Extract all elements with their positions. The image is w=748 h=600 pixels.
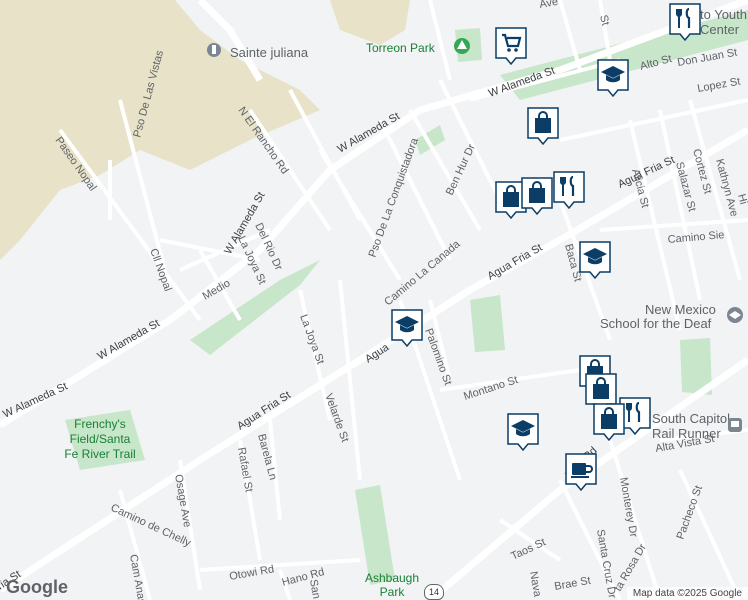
- street-label: Ave: [538, 0, 559, 11]
- coffee-marker[interactable]: [564, 452, 598, 492]
- poi-label-south-capitol: South Capitol: [652, 411, 730, 426]
- school-marker[interactable]: [506, 412, 540, 452]
- street-label: W Alameda St: [336, 110, 402, 155]
- park-ashbaugh: [355, 485, 395, 585]
- school-marker[interactable]: [596, 58, 630, 98]
- street-label: Ben Hur Dr: [444, 142, 478, 197]
- restaurant-icon: [669, 3, 701, 42]
- map-canvas[interactable]: W Alameda St W Alameda St W Alameda St W…: [0, 0, 748, 600]
- poi-label-frenchys: Fe River Trail: [64, 447, 135, 461]
- street-label: Camino Sie: [667, 229, 725, 246]
- map-base: W Alameda St W Alameda St W Alameda St W…: [0, 0, 748, 600]
- school-icon: [391, 309, 423, 348]
- street-label: Lopez St: [696, 76, 741, 95]
- street-label: Nava: [527, 570, 543, 598]
- poi-label-torreon-park: Torreon Park: [366, 41, 436, 55]
- train-icon: [728, 418, 742, 432]
- street-label: W Alameda St: [1, 380, 69, 420]
- shopping-cart-marker[interactable]: [494, 26, 528, 66]
- poi-label-frenchys: Field/Santa: [70, 432, 131, 446]
- school-icon: [507, 413, 539, 452]
- street-label: Agua Fria St: [486, 242, 545, 283]
- shopping-bag-marker[interactable]: [526, 106, 560, 146]
- street-label: Brae St: [553, 575, 591, 593]
- poi-label-youth-center: to Youth: [700, 7, 747, 22]
- street-label: Pso De La Conquistadora: [367, 136, 422, 259]
- street-label: Osage Ave: [172, 473, 193, 528]
- poi-label-ashbaugh: Ashbaugh: [365, 571, 419, 585]
- poi-label-youth-center: Center: [700, 22, 740, 37]
- street-label: St: [597, 14, 611, 27]
- tree-icon: [454, 38, 470, 54]
- street-label: Montano St: [462, 374, 519, 403]
- restaurant-marker[interactable]: [552, 170, 586, 210]
- street-label: Cam Anasazi: [127, 553, 150, 600]
- shopping-cart-icon: [495, 27, 527, 66]
- poi-label-sainte-juliana: Sainte juliana: [230, 45, 309, 60]
- poi-label-south-capitol: Rail Runner: [652, 426, 721, 441]
- restaurant-icon: [553, 171, 585, 210]
- restaurant-marker[interactable]: [668, 2, 702, 42]
- shopping-bag-marker[interactable]: [520, 176, 554, 216]
- street-label: San: [307, 578, 322, 599]
- shopping-bag-icon: [527, 107, 559, 146]
- street-label: ta Rosa Dr: [612, 542, 649, 594]
- church-icon: [207, 43, 221, 57]
- street-label: La Joya St: [297, 313, 326, 366]
- poi-label-ashbaugh: Park: [380, 585, 406, 599]
- coffee-icon: [565, 453, 597, 492]
- street-label: Rafael St: [235, 446, 255, 493]
- street-label: Monterey Dr: [617, 476, 639, 538]
- street-label: W Alameda St: [96, 317, 162, 362]
- street-label: Kathryn Ave: [713, 158, 740, 218]
- poi-label-nm-school: School for the Deaf: [600, 316, 712, 331]
- shopping-bag-marker[interactable]: [592, 402, 626, 442]
- desert-terrain-2: [330, 0, 410, 45]
- street-label: Velarde St: [322, 392, 351, 444]
- poi-label-nm-school: New Mexico: [645, 302, 716, 317]
- route-shield: 14: [424, 584, 444, 600]
- google-logo: Google: [6, 577, 68, 597]
- school-small-icon: [727, 307, 743, 323]
- desert-terrain: [0, 0, 320, 260]
- school-marker[interactable]: [390, 308, 424, 348]
- shopping-bag-icon: [521, 177, 553, 216]
- school-icon: [579, 241, 611, 280]
- shopping-bag-icon: [593, 403, 625, 442]
- park-palomino: [470, 295, 505, 352]
- map-attribution[interactable]: Map data ©2025 Google: [626, 587, 748, 600]
- street-label: Cll Nopal: [147, 247, 174, 293]
- poi-label-frenchys: Frenchy's: [74, 417, 126, 431]
- school-icon: [597, 59, 629, 98]
- school-marker[interactable]: [578, 240, 612, 280]
